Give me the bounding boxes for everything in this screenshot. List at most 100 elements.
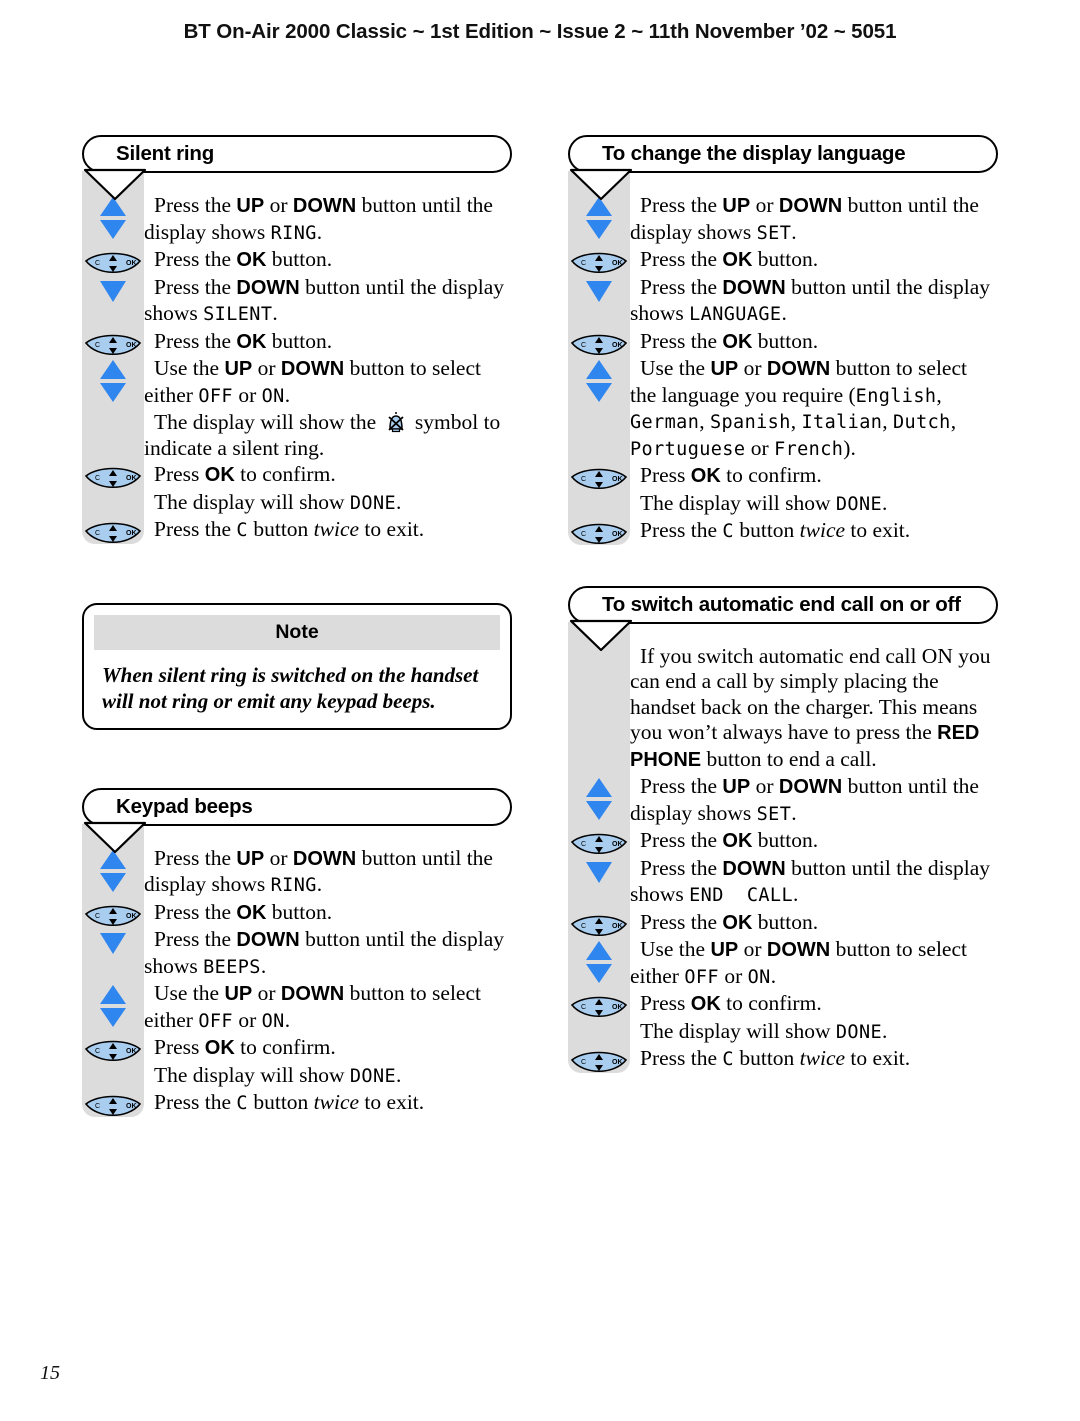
step-item: C OK Press the OK button. bbox=[570, 329, 998, 356]
step-icon bbox=[82, 927, 144, 960]
section-title-auto-end-call: To switch automatic end call on or off bbox=[568, 585, 998, 624]
right-column: To change the display language Press the… bbox=[568, 135, 998, 1074]
step-icon[interactable]: C OK bbox=[82, 517, 144, 553]
step-item: Press the UP or DOWN button until the di… bbox=[586, 193, 998, 246]
step-text: Press the DOWN button until the display … bbox=[630, 855, 990, 907]
section-title-display-language: To change the display language bbox=[568, 135, 998, 173]
step-text: Press the DOWN button until the display … bbox=[144, 927, 504, 978]
step-text: The display will show DONE. bbox=[640, 490, 888, 515]
svg-text:C: C bbox=[95, 1103, 100, 1110]
step-item: C OK Press the OK button. bbox=[570, 828, 998, 855]
step-item: The display will show DONE. bbox=[144, 1063, 512, 1090]
step-item: Press the UP or DOWN button until the di… bbox=[100, 846, 512, 899]
navigation-key-icon[interactable]: C OK bbox=[570, 1049, 628, 1077]
svg-text:C: C bbox=[581, 923, 586, 930]
steps-auto-end-call: If you switch automatic end call ON you … bbox=[568, 644, 998, 1073]
callout-tail-icon bbox=[569, 619, 633, 651]
step-item: Use the UP or DOWN button to select the … bbox=[586, 356, 998, 462]
step-text: Use the UP or DOWN button to select eith… bbox=[144, 981, 481, 1032]
step-text: The display will show DONE. bbox=[640, 1018, 888, 1043]
step-item: The display will show DONE. bbox=[144, 490, 512, 517]
left-column: Silent ring Press the UP or DOWN button … bbox=[82, 135, 512, 1118]
svg-text:C: C bbox=[95, 475, 100, 482]
svg-text:C: C bbox=[95, 342, 100, 349]
navigation-key-icon[interactable]: C OK bbox=[84, 1038, 142, 1066]
step-text: Use the UP or DOWN button to select eith… bbox=[144, 356, 481, 407]
up-down-arrows-icon bbox=[586, 360, 612, 402]
svg-text:C: C bbox=[581, 531, 586, 538]
section-auto-end-call: To switch automatic end call on or off I… bbox=[568, 585, 998, 1073]
svg-text:C: C bbox=[581, 260, 586, 267]
step-text: The display will show DONE. bbox=[154, 1062, 402, 1087]
step-icon[interactable]: C OK bbox=[568, 991, 630, 1027]
step-text: Press the UP or DOWN button until the di… bbox=[630, 774, 979, 825]
note-body: When silent ring is switched on the hand… bbox=[102, 662, 479, 713]
step-item: C OK Press the C button twice to exit. bbox=[84, 517, 512, 544]
down-arrow-icon bbox=[100, 280, 126, 302]
step-text: Press the DOWN button until the display … bbox=[630, 274, 990, 326]
svg-text:OK: OK bbox=[612, 1059, 623, 1066]
svg-text:OK: OK bbox=[126, 342, 137, 349]
step-text: Press the C button twice to exit. bbox=[154, 1090, 425, 1114]
up-down-arrows-icon bbox=[586, 197, 612, 239]
navigation-key-icon[interactable]: C OK bbox=[570, 521, 628, 549]
svg-text:OK: OK bbox=[126, 1103, 137, 1110]
step-icon[interactable]: C OK bbox=[568, 1046, 630, 1082]
step-text: Press the UP or DOWN button until the di… bbox=[630, 193, 979, 244]
step-icon[interactable]: C OK bbox=[82, 1035, 144, 1071]
step-item: Press the DOWN button until the display … bbox=[100, 927, 512, 980]
step-text: Press OK to confirm. bbox=[640, 991, 822, 1015]
step-item: C OK Press OK to confirm. bbox=[84, 462, 512, 489]
navigation-key-icon[interactable]: C OK bbox=[84, 1093, 142, 1121]
step-icon bbox=[568, 937, 630, 990]
up-down-arrows-icon bbox=[100, 360, 126, 402]
svg-text:OK: OK bbox=[612, 260, 623, 267]
navigation-key-icon[interactable]: C OK bbox=[570, 466, 628, 494]
down-arrow-icon bbox=[586, 280, 612, 302]
step-icon[interactable]: C OK bbox=[82, 1090, 144, 1126]
svg-text:C: C bbox=[581, 1059, 586, 1066]
navigation-key-icon[interactable]: C OK bbox=[84, 465, 142, 493]
step-item: Use the UP or DOWN button to select eith… bbox=[100, 356, 512, 409]
section-keypad-beeps: Keypad beeps Press the UP or DOWN button… bbox=[82, 787, 512, 1117]
navigation-key-icon[interactable]: C OK bbox=[570, 994, 628, 1022]
step-icon bbox=[568, 774, 630, 827]
callout-tail-icon bbox=[83, 821, 147, 853]
step-icon bbox=[82, 981, 144, 1034]
step-text: Press the DOWN button until the display … bbox=[144, 274, 504, 326]
step-icon[interactable]: C OK bbox=[82, 462, 144, 498]
svg-text:C: C bbox=[581, 342, 586, 349]
callout-tail-icon bbox=[83, 168, 147, 201]
step-icon bbox=[82, 275, 144, 308]
svg-text:C: C bbox=[95, 913, 100, 920]
up-down-arrows-icon bbox=[100, 849, 126, 892]
step-item: C OK Press the C button twice to exit. bbox=[84, 1090, 512, 1117]
svg-text:C: C bbox=[581, 476, 586, 483]
step-item: Press the UP or DOWN button until the di… bbox=[586, 774, 998, 827]
svg-text:C: C bbox=[95, 260, 100, 267]
step-text: Press OK to confirm. bbox=[154, 1035, 336, 1059]
navigation-key-icon[interactable]: C OK bbox=[84, 520, 142, 548]
step-text: Press the OK button. bbox=[640, 247, 819, 271]
step-icon bbox=[568, 356, 630, 409]
step-item: Press the DOWN button until the display … bbox=[586, 274, 998, 328]
svg-text:OK: OK bbox=[126, 475, 137, 482]
step-text: Press the C button twice to exit. bbox=[640, 1046, 911, 1070]
svg-text:OK: OK bbox=[612, 531, 623, 538]
step-item: The display will show DONE. bbox=[630, 491, 998, 518]
page-number: 15 bbox=[40, 1362, 60, 1384]
up-down-arrows-icon bbox=[586, 941, 612, 983]
svg-text:OK: OK bbox=[612, 1004, 623, 1011]
section-title-silent-ring: Silent ring bbox=[82, 135, 512, 173]
step-text: Press OK to confirm. bbox=[154, 462, 336, 486]
svg-text:C: C bbox=[581, 1004, 586, 1011]
step-icon[interactable]: C OK bbox=[568, 518, 630, 554]
step-icon[interactable]: C OK bbox=[568, 463, 630, 499]
step-text: The display will show DONE. bbox=[154, 489, 402, 514]
crossed-bell-icon bbox=[387, 412, 404, 433]
section-title-keypad-beeps: Keypad beeps bbox=[82, 787, 512, 826]
svg-text:OK: OK bbox=[612, 342, 623, 349]
step-item: C OK Press the OK button. bbox=[570, 247, 998, 274]
